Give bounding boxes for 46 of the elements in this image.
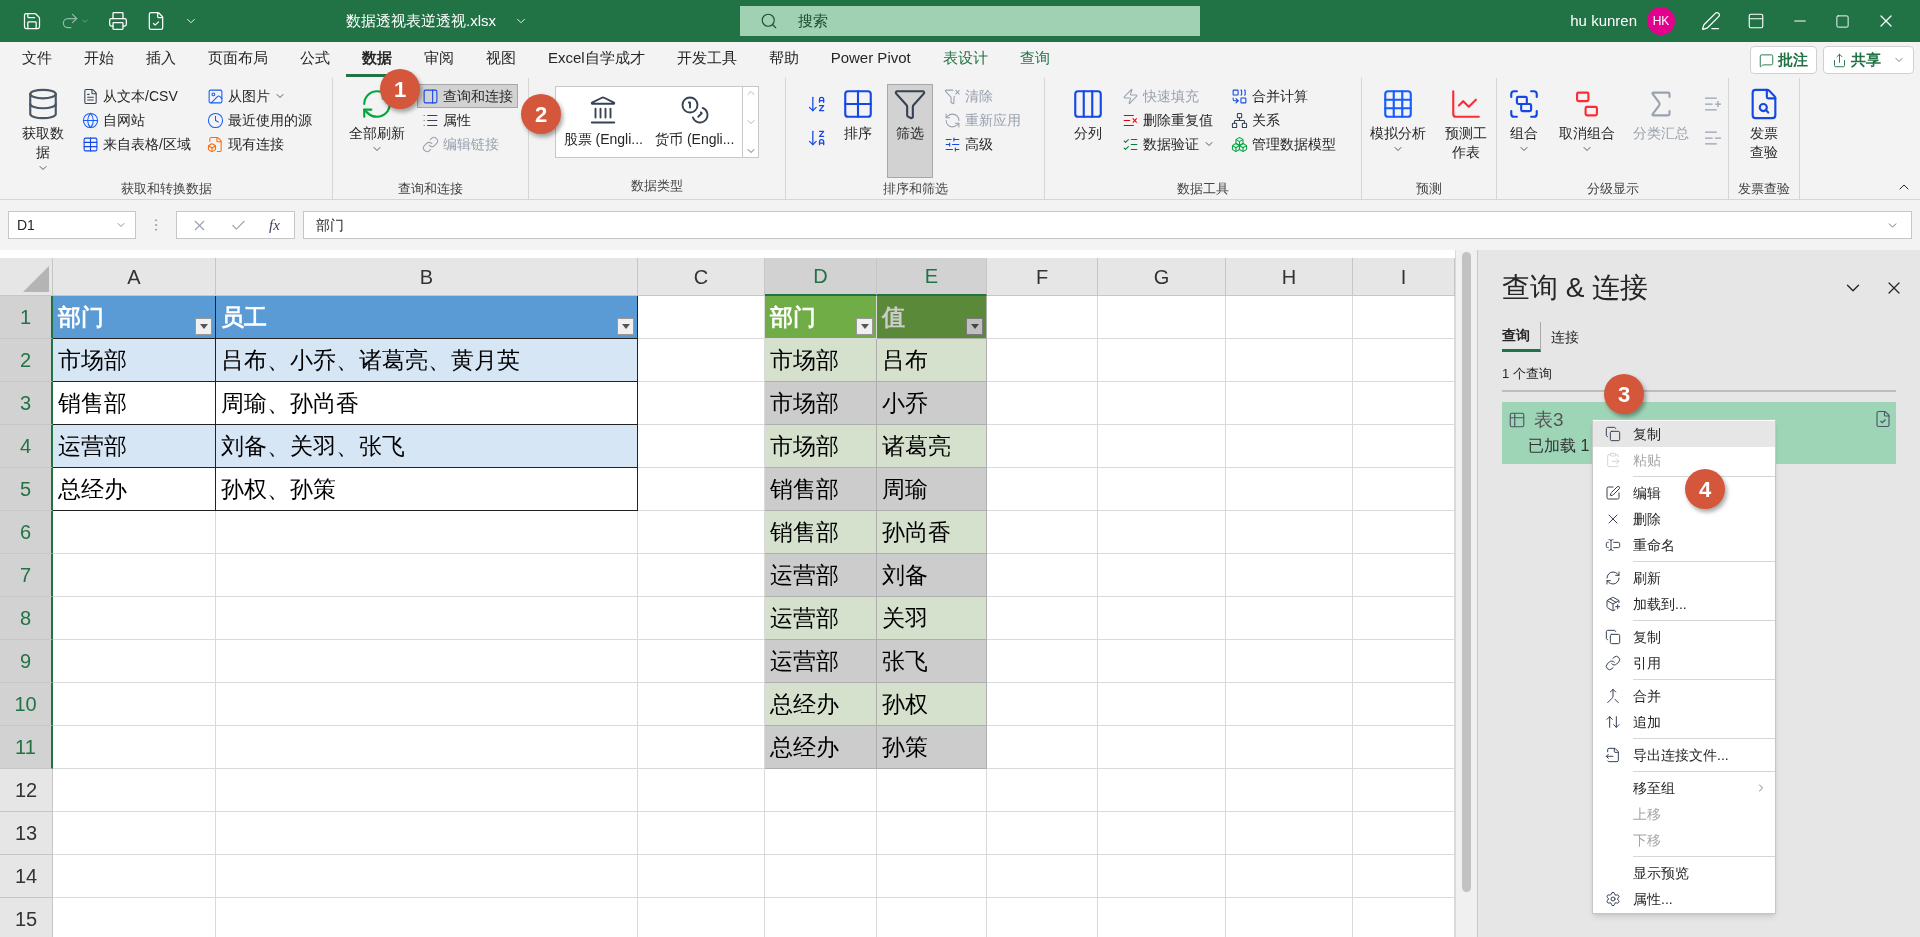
table-cell: 吕布 (877, 339, 987, 382)
step-marker-tooltip: 1 (380, 69, 420, 109)
step-marker-tooltip: 2 (521, 94, 561, 134)
query-status: 已加载 1 (1528, 436, 1590, 456)
group-label: 预测 (1415, 180, 1443, 198)
panel-title: 查询 & 连接 (1502, 271, 1649, 305)
table-header-cell: 员工 (216, 296, 638, 339)
table-header-cell: 部门 (765, 296, 877, 339)
table-cell: 销售部 (765, 468, 877, 511)
user-name: hu kunren (1570, 10, 1637, 31)
query-name: 表3 (1534, 407, 1564, 432)
table-cell: 运营部 (53, 425, 216, 468)
table-cell: 市场部 (765, 425, 877, 468)
table-header-cell: 部门 (53, 296, 216, 339)
group-label: 排序和筛选 (881, 180, 949, 198)
group-label: 获取和转换数据 (119, 180, 213, 198)
table-cell: 市场部 (765, 382, 877, 425)
table-cell: 市场部 (53, 339, 216, 382)
table-cell: 吕布、小乔、诸葛亮、黄月英 (216, 339, 638, 382)
table-cell: 诸葛亮 (877, 425, 987, 468)
table-cell: 张飞 (877, 640, 987, 683)
group-label: 发票查验 (1737, 180, 1791, 198)
group-label: 数据类型 (630, 177, 684, 195)
table-header-cell: 值 (877, 296, 987, 339)
table-cell: 市场部 (765, 339, 877, 382)
table-cell: 总经办 (53, 468, 216, 511)
table-cell: 周瑜、孙尚香 (216, 382, 638, 425)
table-cell: 运营部 (765, 640, 877, 683)
table-cell: 刘备、关羽、张飞 (216, 425, 638, 468)
group-label: 数据工具 (1176, 180, 1230, 198)
table-cell: 运营部 (765, 554, 877, 597)
table-cell: 刘备 (877, 554, 987, 597)
table-cell: 销售部 (765, 511, 877, 554)
table-cell: 小乔 (877, 382, 987, 425)
table-cell: 总经办 (765, 726, 877, 769)
group-label: 分级显示 (1585, 180, 1640, 198)
table-cell: 运营部 (765, 597, 877, 640)
table-cell: 销售部 (53, 382, 216, 425)
table-cell: 关羽 (877, 597, 987, 640)
table-cell: 孙权、孙策 (216, 468, 638, 511)
table-cell: 总经办 (765, 683, 877, 726)
table-cell: 孙权 (877, 683, 987, 726)
group-label: 查询和连接 (397, 180, 464, 198)
table-cell: 孙尚香 (877, 511, 987, 554)
table-cell: 周瑜 (877, 468, 987, 511)
table-cell: 孙策 (877, 726, 987, 769)
